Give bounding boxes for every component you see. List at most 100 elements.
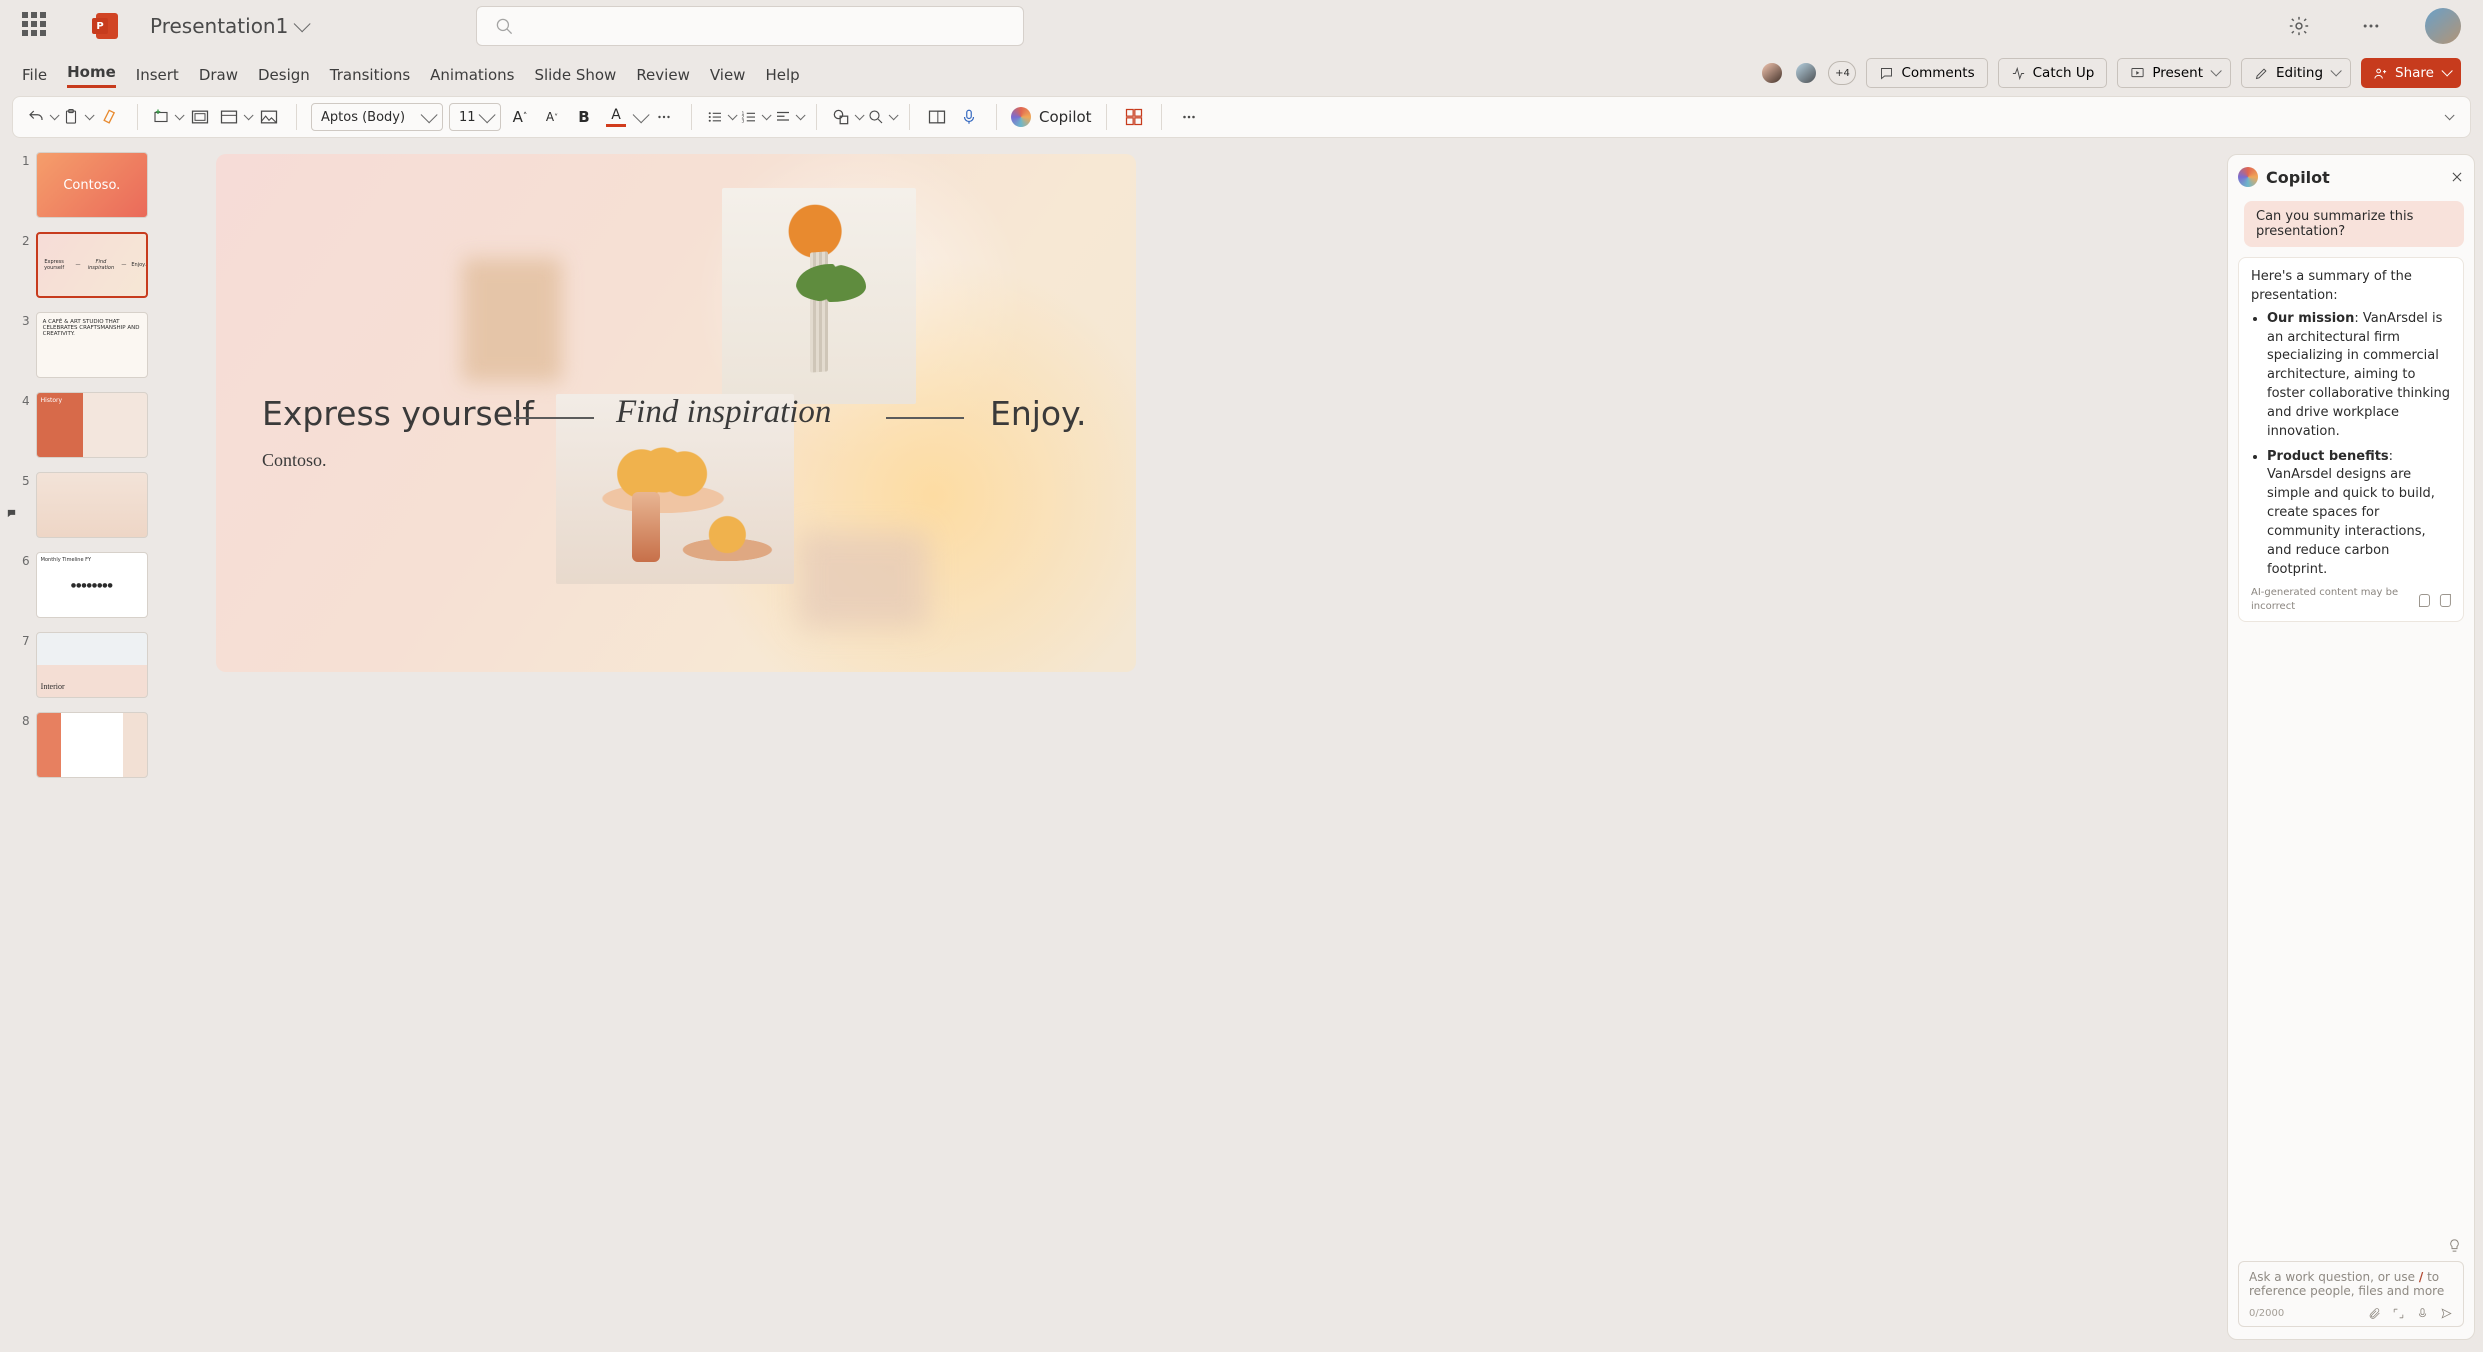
slide-brand-text[interactable]: Contoso.	[262, 450, 327, 471]
ai-bullet: Product benefits: VanArsdel designs are …	[2267, 448, 2451, 580]
chevron-down-icon[interactable]	[633, 106, 650, 123]
slide-thumbnail[interactable]: Express yourself—Find inspiration—Enjoy.	[36, 232, 148, 298]
slide-thumbnail[interactable]: Monthly Timeline FY●●●●●●●●	[36, 552, 148, 618]
font-size-select[interactable]: 11	[449, 103, 501, 131]
expand-button[interactable]	[2391, 1306, 2405, 1320]
find-button[interactable]	[867, 104, 895, 130]
chevron-down-icon	[294, 15, 311, 32]
decrease-font-button[interactable]: A˅	[539, 104, 565, 130]
numbering-button[interactable]: 123	[740, 104, 768, 130]
layout-button[interactable]	[219, 104, 250, 130]
document-title: Presentation1	[150, 14, 288, 38]
align-button[interactable]	[774, 104, 802, 130]
slide-number: 1	[20, 152, 30, 218]
catch-up-button[interactable]: Catch Up	[1998, 58, 2108, 88]
share-button[interactable]: Share	[2361, 58, 2461, 88]
editing-label: Editing	[2276, 65, 2323, 81]
slide-thumbnail[interactable]	[36, 472, 148, 538]
font-color-button[interactable]: A	[603, 104, 629, 130]
menu-view[interactable]: View	[710, 62, 746, 88]
menu-help[interactable]: Help	[765, 62, 799, 88]
more-commands-button[interactable]	[1176, 104, 1202, 130]
chevron-down-icon	[175, 110, 185, 120]
bold-button[interactable]: B	[571, 104, 597, 130]
decorative-image	[798, 532, 928, 628]
copilot-ribbon-button[interactable]: Copilot	[1011, 107, 1092, 127]
font-family-select[interactable]: Aptos (Body)	[311, 103, 443, 131]
document-title-dropdown[interactable]: Presentation1	[150, 14, 306, 38]
slide-canvas[interactable]: Express yourself Find inspiration Enjoy.…	[216, 154, 1136, 672]
menu-transitions[interactable]: Transitions	[330, 62, 410, 88]
collaborator-overflow-count[interactable]: +4	[1828, 61, 1856, 85]
grid-view-button[interactable]	[1121, 104, 1147, 130]
menu-design[interactable]: Design	[258, 62, 310, 88]
suggestions-button[interactable]	[2445, 1232, 2464, 1255]
present-button[interactable]: Present	[2117, 58, 2231, 88]
activity-icon	[2011, 66, 2026, 81]
format-painter-button[interactable]	[97, 104, 123, 130]
menu-slideshow[interactable]: Slide Show	[534, 62, 616, 88]
thumbs-down-button[interactable]	[2440, 594, 2451, 607]
thumbs-up-button[interactable]	[2419, 594, 2430, 607]
grid-icon	[1124, 107, 1144, 127]
new-slide-button[interactable]	[152, 104, 181, 130]
chevron-down-icon	[2330, 65, 2341, 76]
ai-intro-text: Here's a summary of the presentation:	[2251, 268, 2451, 306]
menu-draw[interactable]: Draw	[199, 62, 238, 88]
more-font-button[interactable]	[651, 104, 677, 130]
dictate-button[interactable]	[956, 104, 982, 130]
send-icon	[2440, 1307, 2453, 1320]
present-label: Present	[2152, 65, 2203, 81]
settings-button[interactable]	[2281, 8, 2317, 44]
format-painter-icon	[100, 107, 120, 127]
menu-insert[interactable]: Insert	[136, 62, 179, 88]
slide-thumbnail[interactable]	[36, 712, 148, 778]
attach-button[interactable]	[2367, 1306, 2381, 1320]
shapes-button[interactable]	[831, 104, 861, 130]
collapse-ribbon-button[interactable]	[2434, 104, 2460, 130]
gear-icon	[2288, 15, 2310, 37]
slide-heading[interactable]: Express yourself	[262, 394, 534, 433]
layout-icon	[219, 107, 239, 127]
pencil-icon	[2254, 66, 2269, 81]
slide-preview-button[interactable]	[187, 104, 213, 130]
title-bar: P Presentation1	[0, 0, 2483, 52]
slide-thumbnail[interactable]: Contoso.	[36, 152, 148, 218]
voice-input-button[interactable]	[2415, 1306, 2429, 1320]
ai-bullet: Our mission: VanArsdel is an architectur…	[2267, 310, 2451, 442]
undo-button[interactable]	[27, 104, 56, 130]
more-options-button[interactable]	[2353, 8, 2389, 44]
menu-file[interactable]: File	[22, 62, 47, 88]
slide-heading[interactable]: Enjoy.	[990, 394, 1086, 433]
slide-thumbnail[interactable]: Interior	[36, 632, 148, 698]
paste-button[interactable]	[62, 104, 91, 130]
picture-button[interactable]	[256, 104, 282, 130]
copilot-title: Copilot	[2266, 168, 2330, 187]
menu-review[interactable]: Review	[636, 62, 690, 88]
send-button[interactable]	[2439, 1306, 2453, 1320]
ellipsis-icon	[1180, 108, 1198, 126]
bullets-button[interactable]	[706, 104, 734, 130]
slide-thumbnail[interactable]: History	[36, 392, 148, 458]
increase-font-button[interactable]: A˄	[507, 104, 533, 130]
collaborator-avatar[interactable]	[1760, 61, 1784, 85]
account-avatar[interactable]	[2425, 8, 2461, 44]
copilot-prompt-input[interactable]: Ask a work question, or use / to referen…	[2238, 1261, 2464, 1327]
app-launcher-icon[interactable]	[22, 12, 50, 40]
close-pane-button[interactable]	[2450, 170, 2464, 184]
slide-image[interactable]	[722, 188, 916, 404]
collaborator-avatar[interactable]	[1794, 61, 1818, 85]
slide-number: 4	[20, 392, 30, 458]
editing-mode-button[interactable]: Editing	[2241, 58, 2351, 88]
slide-thumbnail[interactable]: A CAFÉ & ART STUDIO THAT CELEBRATES CRAF…	[36, 312, 148, 378]
comments-button[interactable]: Comments	[1866, 58, 1987, 88]
search-input[interactable]	[476, 6, 1024, 46]
slide-number: 6	[20, 552, 30, 618]
designer-button[interactable]	[924, 104, 950, 130]
menu-animations[interactable]: Animations	[430, 62, 514, 88]
catchup-label: Catch Up	[2033, 65, 2095, 81]
comment-icon	[1879, 66, 1894, 81]
slide-heading[interactable]: Find inspiration	[616, 394, 831, 431]
comments-label: Comments	[1901, 65, 1974, 81]
menu-home[interactable]: Home	[67, 59, 116, 88]
